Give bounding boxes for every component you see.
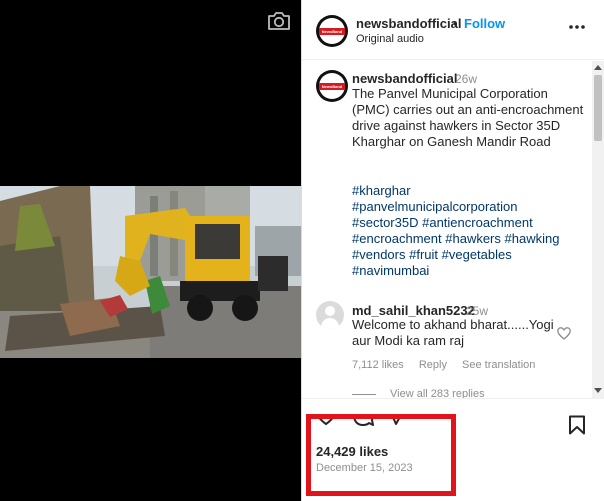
red-highlight-box — [306, 414, 456, 496]
hashtag-link[interactable]: #antiencroachment — [422, 215, 533, 230]
caption-text: The Panvel Municipal Corporation (PMC) c… — [352, 86, 584, 149]
see-translation-button[interactable]: See translation — [462, 359, 535, 371]
comment-timestamp[interactable]: 25w — [466, 304, 488, 318]
header-username[interactable]: newsbandofficial — [356, 16, 461, 31]
post-header: NewsBand newsbandofficial • Follow Origi… — [302, 0, 604, 60]
hashtag-link[interactable]: #sector35D — [352, 215, 418, 230]
video-thumbnail[interactable] — [0, 186, 301, 358]
hashtag-link[interactable]: #kharghar — [352, 183, 411, 198]
view-replies-label: View all 283 replies — [390, 388, 485, 398]
hashtag-link[interactable]: #fruit — [409, 247, 438, 262]
scroll-down-arrow-icon[interactable] — [594, 388, 602, 393]
comment-text: Welcome to akhand bharat......Yogi aur M… — [352, 317, 554, 348]
commenter-avatar[interactable] — [316, 301, 344, 329]
post-actions: 24,429 likes December 15, 2023 — [302, 398, 604, 501]
scrollbar[interactable] — [592, 61, 604, 398]
scrollbar-thumb[interactable] — [594, 75, 602, 141]
caption-avatar[interactable]: NewsBand — [316, 70, 348, 102]
video-pane[interactable] — [0, 0, 301, 501]
scroll-up-arrow-icon[interactable] — [594, 65, 602, 70]
hashtag-link[interactable]: #vegetables — [442, 247, 512, 262]
comment-meta: 7,112 likes Reply See translation — [352, 359, 547, 371]
more-options-icon[interactable] — [568, 22, 586, 32]
follow-button[interactable]: Follow — [464, 16, 505, 31]
hashtag-list: #kharghar #panvelmunicipalcorporation #s… — [352, 183, 584, 279]
caption-timestamp[interactable]: 26w — [455, 72, 477, 86]
separator-dot: • — [453, 16, 458, 31]
comment-likes[interactable]: 7,112 likes — [352, 359, 404, 371]
hashtag-link[interactable]: #encroachment — [352, 231, 442, 246]
comments-scroll-area[interactable]: NewsBand newsbandofficial 26w The Panvel… — [302, 61, 604, 398]
avatar-logo: NewsBand — [319, 83, 345, 90]
camera-icon[interactable] — [266, 10, 292, 32]
account-avatar[interactable]: NewsBand — [316, 15, 348, 47]
avatar-logo: NewsBand — [319, 28, 345, 35]
video-scene-image — [0, 186, 301, 358]
audio-link[interactable]: Original audio — [356, 33, 424, 45]
hashtag-link[interactable]: #vendors — [352, 247, 405, 262]
post-details-pane: NewsBand newsbandofficial • Follow Origi… — [301, 0, 604, 501]
view-replies-button[interactable]: View all 283 replies — [352, 388, 485, 398]
hashtag-link[interactable]: #navimumbai — [352, 263, 429, 278]
hashtag-link[interactable]: #hawkers — [445, 231, 501, 246]
caption-username[interactable]: newsbandofficial — [352, 71, 457, 86]
comment-heart-icon[interactable] — [557, 327, 571, 340]
replies-divider — [352, 393, 376, 395]
comment-username[interactable]: md_sahil_khan5232 — [352, 303, 475, 318]
hashtag-link[interactable]: #hawking — [505, 231, 560, 246]
hashtag-link[interactable]: #panvelmunicipalcorporation — [352, 199, 518, 214]
reply-button[interactable]: Reply — [419, 359, 447, 371]
bookmark-icon[interactable] — [568, 415, 586, 435]
